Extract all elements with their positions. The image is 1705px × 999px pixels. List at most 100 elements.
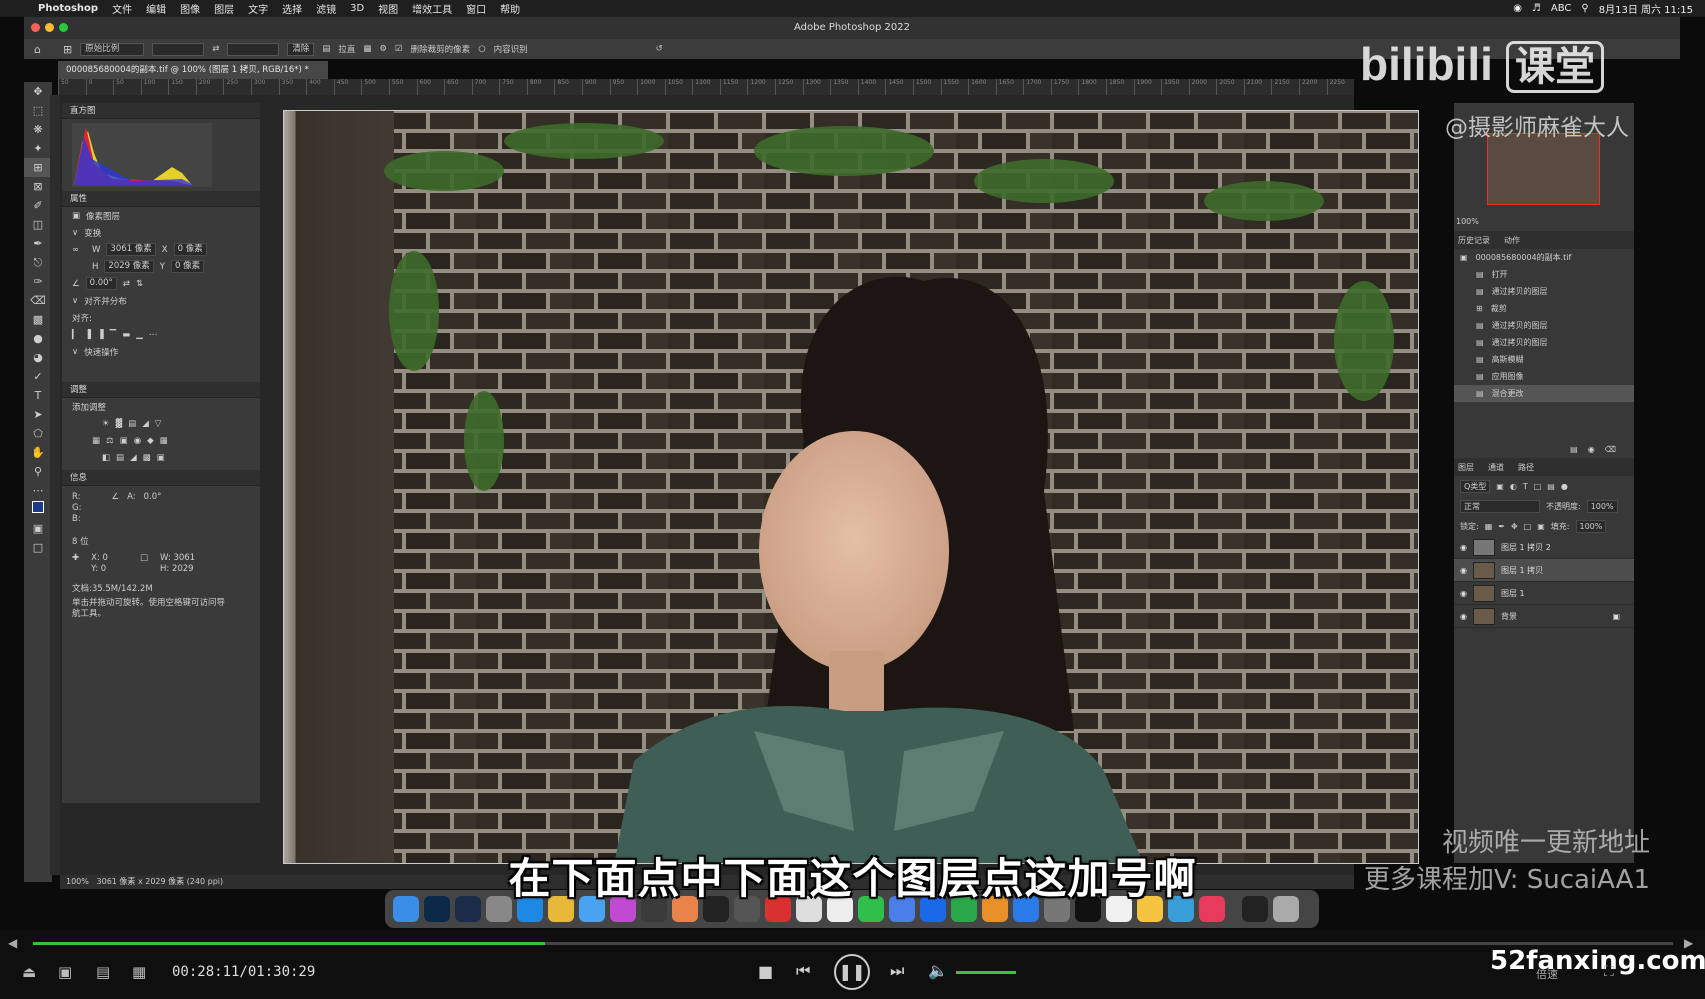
posterize-icon[interactable]: ▤	[116, 453, 124, 463]
fill-field[interactable]: 100%	[1575, 519, 1607, 533]
filter-type-icon[interactable]: T	[1523, 482, 1528, 491]
align-top-icon[interactable]: ▔	[110, 330, 117, 340]
eye-icon[interactable]: ◉	[1460, 589, 1467, 598]
menu-type[interactable]: 文字	[248, 1, 268, 16]
layer-row[interactable]: ◉ 图层 1	[1454, 582, 1634, 605]
magic-wand-tool-icon[interactable]: ✦	[24, 139, 52, 158]
hue-icon[interactable]: ▦	[92, 436, 100, 446]
history-brush-icon[interactable]: ✑	[24, 272, 52, 291]
levels-icon[interactable]: ▓	[116, 419, 123, 429]
volume-slider[interactable]	[956, 971, 1016, 974]
tab-actions[interactable]: 动作	[1504, 235, 1520, 246]
eraser-tool-icon[interactable]: ⌫	[24, 291, 52, 310]
transform-row[interactable]: ∨ 变换	[62, 224, 260, 241]
trash-icon[interactable]: ⌫	[1605, 445, 1616, 454]
tab-channels[interactable]: 通道	[1488, 462, 1504, 473]
previous-icon[interactable]: ⏮	[796, 961, 810, 981]
link-icon[interactable]: ∞	[72, 245, 86, 255]
filter-shape-icon[interactable]: □	[1534, 482, 1542, 491]
layer-row-selected[interactable]: ◉ 图层 1 拷贝	[1454, 559, 1634, 582]
history-item[interactable]: ▤ 通过拷贝的图层	[1454, 334, 1634, 351]
prev-chapter-icon[interactable]: ◀	[8, 936, 17, 950]
screen-mode-icon[interactable]: □	[24, 538, 52, 557]
straighten-label[interactable]: 拉直	[338, 43, 355, 55]
adjustments-header[interactable]: 调整	[62, 382, 260, 398]
delete-cropped-checkbox[interactable]: ☑	[395, 44, 403, 54]
menu-3d[interactable]: 3D	[350, 3, 364, 14]
healing-tool-icon[interactable]: ◫	[24, 215, 52, 234]
layer-row[interactable]: ◉ 背景 ▣	[1454, 605, 1634, 628]
more-icon[interactable]: ⋯	[149, 330, 158, 340]
height-field[interactable]: 2029 像素	[104, 260, 154, 273]
screenshot-icon[interactable]: ▦	[132, 963, 146, 981]
marquee-tool-icon[interactable]: ⬚	[24, 101, 52, 120]
info-header[interactable]: 信息	[62, 470, 260, 486]
dodge-tool-icon[interactable]: ◕	[24, 348, 52, 367]
align-middle-icon[interactable]: ▬	[122, 330, 130, 340]
wifi-icon[interactable]: ◉	[1513, 3, 1522, 14]
brush-tool-icon[interactable]: ✒	[24, 234, 52, 253]
history-item[interactable]: ⊞ 裁剪	[1454, 300, 1634, 317]
history-item[interactable]: ▤ 高斯模糊	[1454, 351, 1634, 368]
history-item-selected[interactable]: ▤ 混合更改	[1454, 385, 1634, 402]
camera-icon[interactable]: ◉	[1588, 445, 1595, 454]
fullscreen-icon[interactable]: ⛶	[1604, 964, 1614, 980]
subtitles-icon[interactable]: ▤	[96, 963, 110, 981]
crop-tool-icon[interactable]: ⊞	[63, 43, 72, 56]
menu-app-name[interactable]: Photoshop	[38, 3, 98, 14]
navigator-zoom[interactable]: 100%	[1454, 217, 1634, 231]
maximize-window-button[interactable]	[59, 23, 68, 32]
histogram-header[interactable]: 直方图	[62, 103, 260, 119]
home-icon[interactable]: ⌂	[34, 43, 41, 56]
straighten-icon[interactable]: ▤	[322, 44, 330, 54]
more-tools-icon[interactable]: ⋯	[24, 481, 52, 500]
balance-icon[interactable]: ⚖	[106, 436, 114, 446]
threshold-icon[interactable]: ◢	[130, 453, 137, 463]
eject-icon[interactable]: ⏏	[22, 963, 36, 981]
brightness-icon[interactable]: ☀	[102, 419, 110, 429]
content-aware-checkbox[interactable]: ○	[478, 44, 485, 54]
swap-icon[interactable]: ⇄	[212, 44, 219, 54]
ratio-width-input[interactable]	[152, 42, 205, 56]
tab-history[interactable]: 历史记录	[1458, 235, 1490, 246]
clear-button[interactable]: 清除	[287, 42, 315, 56]
lock-artboard-icon[interactable]: □	[1524, 522, 1532, 531]
lookup-icon[interactable]: ▦	[160, 436, 168, 446]
x-field[interactable]: 0 像素	[173, 243, 207, 256]
exposure-icon[interactable]: ◢	[142, 419, 149, 429]
search-icon[interactable]: ⚲	[1581, 3, 1588, 14]
angle-field[interactable]: 0.00°	[85, 277, 117, 290]
layer-row[interactable]: ◉ 图层 1 拷贝 2	[1454, 536, 1634, 559]
photo-filter-icon[interactable]: ◉	[134, 436, 141, 446]
eye-icon[interactable]: ◉	[1460, 543, 1467, 552]
mixer-icon[interactable]: ◆	[147, 436, 154, 446]
overlay-icon[interactable]: ▦	[363, 44, 371, 54]
lock-pixels-icon[interactable]: ▦	[1485, 522, 1493, 531]
path-select-tool-icon[interactable]: ➤	[24, 405, 52, 424]
volume-icon[interactable]: 🔈	[928, 961, 948, 980]
lock-move-icon[interactable]: ✥	[1511, 522, 1518, 531]
history-item[interactable]: ▤ 通过拷贝的图层	[1454, 317, 1634, 334]
photo-canvas[interactable]	[283, 110, 1419, 864]
flip-horizontal-icon[interactable]: ⇄	[123, 279, 130, 289]
zoom-tool-icon[interactable]: ⚲	[24, 462, 52, 481]
menu-select[interactable]: 选择	[282, 1, 302, 16]
tab-layers[interactable]: 图层	[1458, 462, 1474, 473]
layer-name[interactable]: 图层 1 拷贝	[1501, 565, 1543, 576]
ratio-select[interactable]: 原始比例	[80, 42, 145, 56]
blend-mode-select[interactable]: 正常	[1460, 499, 1540, 513]
speed-button[interactable]: 倍速	[1536, 966, 1558, 982]
y-field[interactable]: 0 像素	[170, 260, 205, 273]
curves-icon[interactable]: ▤	[128, 419, 136, 429]
flip-vertical-icon[interactable]: ⇅	[136, 279, 143, 289]
history-item[interactable]: ▤ 打开	[1454, 266, 1634, 283]
lock-all-icon[interactable]: ▣	[1537, 522, 1545, 531]
opacity-field[interactable]: 100%	[1586, 499, 1618, 513]
invert-icon[interactable]: ◧	[102, 453, 110, 463]
tab-paths[interactable]: 路径	[1518, 462, 1534, 473]
frame-tool-icon[interactable]: ⊠	[24, 177, 52, 196]
close-window-button[interactable]	[31, 23, 40, 32]
lock-paint-icon[interactable]: ✒	[1498, 522, 1505, 531]
stop-icon[interactable]: ■	[758, 962, 773, 981]
align-right-icon[interactable]: ▐	[97, 330, 104, 340]
